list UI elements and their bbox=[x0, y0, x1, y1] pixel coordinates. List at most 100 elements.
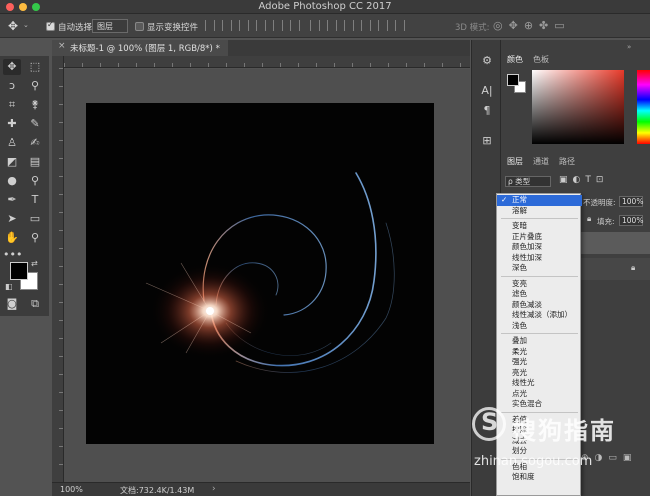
dodge-tool-icon[interactable]: ⚲ bbox=[26, 173, 44, 189]
blend-mode-item[interactable]: 线性光 bbox=[497, 378, 582, 389]
auto-select-checkbox[interactable] bbox=[46, 20, 55, 31]
paragraph-panel-icon[interactable]: ¶ bbox=[480, 104, 494, 118]
opacity-label: 不透明度: bbox=[583, 198, 616, 207]
blend-mode-item[interactable]: 颜色加深 bbox=[497, 242, 582, 253]
document-tab-title: 未标题-1 @ 100% (图层 1, RGB/8*) * bbox=[70, 44, 220, 54]
watermark-url: zhinan.sogou.com bbox=[474, 454, 593, 469]
close-tab-icon[interactable]: × bbox=[58, 41, 66, 51]
document-tab-bar: × 未标题-1 @ 100% (图层 1, RGB/8*) * bbox=[52, 40, 470, 56]
fill-field[interactable]: 100% bbox=[619, 215, 643, 226]
blend-mode-item[interactable]: 正片叠底 bbox=[497, 232, 582, 243]
blend-mode-item[interactable]: 变亮 bbox=[497, 279, 582, 290]
zoom-level[interactable]: 100% bbox=[60, 485, 83, 494]
document-info[interactable]: 文档:732.4K/1.43M bbox=[120, 485, 194, 496]
blend-mode-item[interactable]: 亮光 bbox=[497, 368, 582, 379]
tab-swatches[interactable]: 色板 bbox=[533, 54, 549, 65]
window-title: Adobe Photoshop CC 2017 bbox=[258, 1, 392, 12]
status-bar: 100% 文档:732.4K/1.43M › bbox=[52, 482, 470, 496]
healing-brush-tool-icon[interactable]: ✚ bbox=[3, 116, 21, 132]
ruler-horizontal[interactable] bbox=[52, 56, 470, 68]
panel-foreground-swatch[interactable] bbox=[507, 74, 519, 86]
lock-icon[interactable]: 🔒︎ bbox=[587, 214, 591, 224]
align-buttons[interactable] bbox=[205, 20, 307, 32]
blend-mode-item[interactable]: 线性加深 bbox=[497, 253, 582, 264]
menu-separator bbox=[501, 275, 578, 277]
document-canvas[interactable] bbox=[86, 103, 434, 444]
magic-wand-tool-icon[interactable]: ⚲ bbox=[26, 78, 44, 94]
blend-mode-item[interactable]: 深色 bbox=[497, 263, 582, 274]
status-menu-chevron-icon[interactable]: › bbox=[212, 484, 216, 494]
blend-mode-item[interactable]: 浅色 bbox=[497, 321, 582, 332]
auto-select-label: 自动选择: bbox=[58, 23, 95, 33]
show-transform-label: 显示变换控件 bbox=[147, 23, 199, 33]
color-field[interactable] bbox=[532, 70, 624, 144]
character-panel-icon[interactable]: A| bbox=[480, 84, 494, 98]
blend-mode-item[interactable]: 溶解 bbox=[497, 206, 582, 217]
layer-lock-icon: 🔒︎ bbox=[631, 263, 636, 272]
blend-mode-item[interactable]: 叠加 bbox=[497, 336, 582, 347]
clone-stamp-tool-icon[interactable]: ♙ bbox=[3, 135, 21, 151]
edit-toolbar-icon[interactable]: ••• bbox=[3, 247, 22, 263]
blend-mode-item[interactable]: 正常 bbox=[497, 195, 582, 206]
blur-tool-icon[interactable]: ● bbox=[3, 173, 21, 189]
pen-tool-icon[interactable]: ✒ bbox=[3, 192, 21, 208]
tab-layers[interactable]: 图层 bbox=[507, 156, 523, 167]
options-bar: ✥ ⌄ 自动选择: 图层 显示变换控件 3D 模式: ◎✥⊕✤▭ bbox=[0, 14, 650, 38]
foreground-color-swatch[interactable] bbox=[10, 262, 28, 280]
move-tool-icon[interactable]: ✥ bbox=[3, 59, 21, 75]
lasso-tool-icon[interactable]: ↄ bbox=[3, 78, 21, 94]
tab-channels[interactable]: 通道 bbox=[533, 156, 549, 167]
eyedropper-tool-icon[interactable]: ⚵ bbox=[26, 97, 44, 113]
rectangle-tool-icon[interactable]: ▭ bbox=[26, 211, 44, 227]
watermark-brand: 搜狗指南 bbox=[512, 417, 616, 445]
marquee-tool-icon[interactable]: ⬚ bbox=[26, 59, 44, 75]
collapse-panels-icon[interactable]: » bbox=[627, 43, 631, 51]
default-colors-icon[interactable]: ◧ bbox=[5, 282, 13, 291]
gradient-tool-icon[interactable]: ▤ bbox=[26, 154, 44, 170]
blend-mode-item[interactable]: 点光 bbox=[497, 389, 582, 400]
menu-separator bbox=[501, 218, 578, 219]
document-tab[interactable]: × 未标题-1 @ 100% (图层 1, RGB/8*) * bbox=[52, 40, 228, 56]
blend-mode-item[interactable]: 滤色 bbox=[497, 289, 582, 300]
blend-mode-item[interactable]: 线性减淡（添加） bbox=[497, 310, 582, 321]
layer-row-selected[interactable] bbox=[581, 232, 650, 254]
blend-mode-item[interactable]: 柔光 bbox=[497, 347, 582, 358]
brush-tool-icon[interactable]: ✎ bbox=[26, 116, 44, 132]
sogou-watermark: S 搜狗指南 bbox=[470, 405, 650, 461]
quick-mask-icon[interactable]: ◙ bbox=[3, 296, 21, 312]
eraser-tool-icon[interactable]: ◩ bbox=[3, 154, 21, 170]
blend-mode-item[interactable]: 颜色减淡 bbox=[497, 300, 582, 311]
layer-filter-icons[interactable]: ▣◐T⊡ bbox=[559, 175, 608, 185]
blend-mode-item[interactable]: 变暗 bbox=[497, 221, 582, 232]
chevron-down-icon[interactable]: ⌄ bbox=[23, 21, 29, 29]
layer-filter-dropdown[interactable]: ρ 类型 bbox=[505, 176, 551, 187]
3d-mode-label: 3D 模式: bbox=[455, 23, 490, 33]
light-swirl-artwork bbox=[145, 172, 395, 373]
type-tool-icon[interactable]: T bbox=[26, 192, 44, 208]
hue-slider[interactable] bbox=[637, 70, 650, 144]
history-brush-tool-icon[interactable]: ✍ bbox=[26, 135, 44, 151]
swap-colors-icon[interactable]: ⇄ bbox=[31, 259, 38, 268]
properties-panel-icon[interactable]: ⊞ bbox=[480, 134, 494, 148]
blend-mode-item[interactable]: 强光 bbox=[497, 357, 582, 368]
fill-label: 填充: bbox=[597, 217, 615, 226]
layer-row-background[interactable]: 🔒︎ bbox=[581, 258, 650, 280]
opacity-field[interactable]: 100% bbox=[619, 196, 643, 207]
title-bar: Adobe Photoshop CC 2017 bbox=[0, 0, 650, 14]
libraries-icon[interactable]: ⚙ bbox=[480, 54, 494, 68]
tab-paths[interactable]: 路径 bbox=[559, 156, 575, 167]
blend-mode-item[interactable]: 饱和度 bbox=[497, 472, 582, 483]
hand-tool-icon[interactable]: ✋ bbox=[3, 230, 21, 246]
tab-color[interactable]: 颜色 bbox=[507, 54, 523, 65]
distribute-buttons[interactable] bbox=[310, 20, 412, 32]
crop-tool-icon[interactable]: ⌗ bbox=[3, 97, 21, 113]
screen-mode-icon[interactable]: ⧉ bbox=[26, 296, 44, 312]
menu-separator bbox=[501, 333, 578, 334]
zoom-tool-icon[interactable]: ⚲ bbox=[26, 230, 44, 246]
move-tool-preset-icon[interactable]: ✥ bbox=[8, 19, 18, 33]
3d-mode-icons[interactable]: ◎✥⊕✤▭ bbox=[493, 19, 571, 32]
path-selection-tool-icon[interactable]: ➤ bbox=[3, 211, 21, 227]
show-transform-checkbox[interactable] bbox=[135, 22, 144, 31]
ruler-vertical[interactable] bbox=[52, 56, 64, 482]
auto-select-dropdown[interactable]: 图层 bbox=[92, 19, 128, 33]
